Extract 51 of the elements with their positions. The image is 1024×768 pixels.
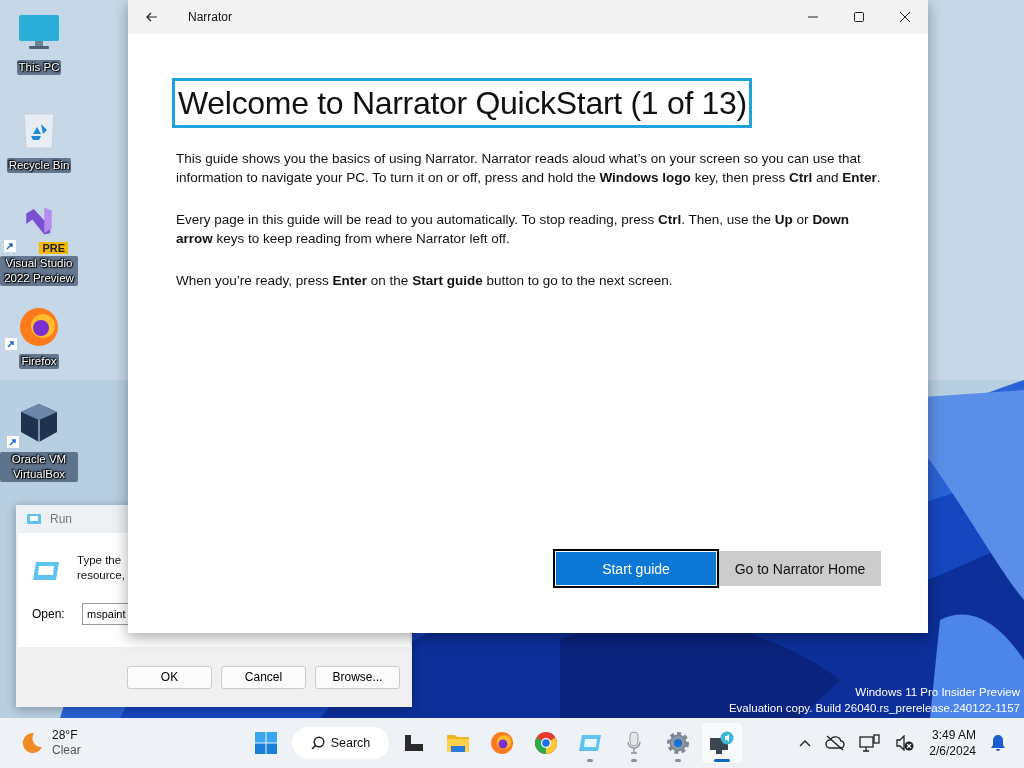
task-view-icon: [404, 734, 424, 752]
search-icon: [310, 736, 325, 750]
run-icon: [32, 561, 60, 581]
desktop-icon-label[interactable]: Recycle Bin: [6, 158, 72, 173]
speaker-muted-icon[interactable]: [895, 735, 916, 751]
monitor-speaker-icon: [709, 731, 735, 755]
monitor-icon[interactable]: [17, 13, 61, 51]
home-button[interactable]: Go to Narrator Home: [719, 551, 881, 586]
start-button[interactable]: Start guide: [555, 551, 717, 586]
temperature-text: 28°F: [52, 728, 79, 743]
maximize-icon[interactable]: [853, 11, 865, 23]
watermark-text: Windows 11 Pro Insider Preview: [855, 685, 1020, 700]
search-button[interactable]: Search: [292, 727, 389, 759]
back-arrow-icon[interactable]: [146, 12, 158, 22]
guide-paragraph: Every page in this guide will be read to you automatically. To stop reading, press Ctrl. Then, use the Up or Down arrow keys to keep reading from where Narrator left off.: [176, 211, 851, 248]
bell-icon[interactable]: [990, 734, 1006, 752]
fox-globe-icon: [490, 731, 514, 755]
field-label: Open:: [32, 607, 66, 621]
dialog-title: Run: [50, 512, 72, 526]
dialog-button[interactable]: Browse...: [315, 665, 400, 689]
clock-time[interactable]: 3:49 AM: [931, 727, 976, 743]
run-icon: [26, 513, 42, 525]
dialog-button[interactable]: OK: [127, 665, 212, 689]
browser-ball-icon: [534, 731, 558, 755]
run-icon: [578, 734, 602, 752]
folder-icon: [446, 732, 470, 754]
network-icon[interactable]: [859, 734, 882, 752]
guide-paragraph: This guide shows you the basics of using Narrator. Narrator reads aloud what’s on your screen so you can use that information to navigate your PC. To turn it on or off, press and hold the Windows logo key, then press Ctrl and Enter.: [176, 150, 881, 187]
recycle-bin-icon[interactable]: [21, 110, 57, 150]
microphone-icon: [626, 731, 642, 755]
desktop-icon-label[interactable]: Visual Studio 2022 Preview: [0, 256, 78, 286]
close-icon[interactable]: [899, 11, 911, 23]
page-heading: Welcome to Narrator QuickStart (1 of 13): [172, 78, 752, 128]
windows-logo-icon: [254, 731, 278, 755]
cloud-off-icon[interactable]: [825, 735, 846, 751]
instruction-text: Type the: [77, 553, 123, 568]
open-field[interactable]: mspaint: [82, 603, 131, 625]
gear-icon: [666, 731, 690, 755]
desktop-icon-label[interactable]: Firefox: [19, 354, 59, 369]
desktop-icon-label[interactable]: This PC: [16, 60, 62, 75]
watermark-text: Evaluation copy. Build 26040.rs_prerelease.240122-1157: [728, 701, 1020, 716]
taskbar-app-button[interactable]: [702, 723, 742, 763]
dialog-button[interactable]: Cancel: [221, 665, 306, 689]
window-title: Narrator: [188, 10, 232, 24]
desktop-icon-label[interactable]: Oracle VM VirtualBox: [0, 452, 78, 482]
chevron-up-icon[interactable]: [799, 739, 812, 747]
preview-badge: PRE: [39, 242, 68, 254]
instruction-text: resource,: [77, 568, 125, 583]
clock-date[interactable]: 2/6/2024: [929, 743, 976, 759]
guide-paragraph: When you’re ready, press Enter on the Start guide button to go to the next screen.: [176, 272, 674, 290]
weather-condition: Clear: [52, 743, 81, 758]
